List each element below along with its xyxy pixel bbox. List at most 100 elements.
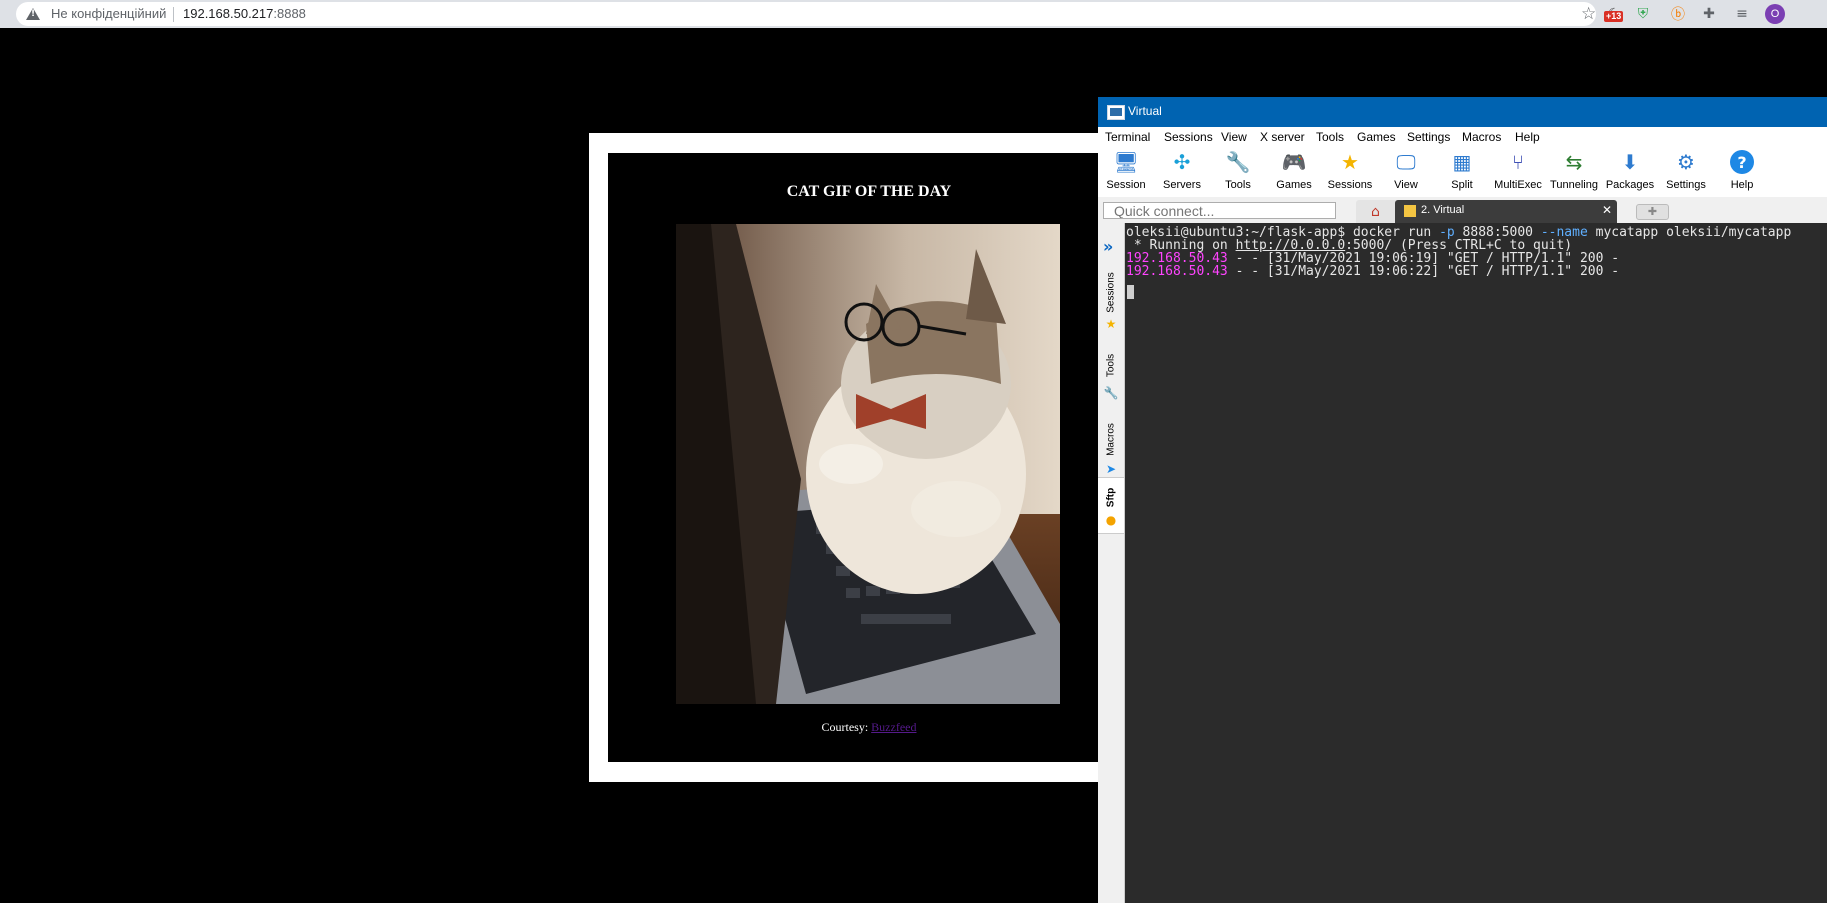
bookmark-star-icon[interactable]: ☆ — [1581, 4, 1596, 24]
view-label: View — [1394, 179, 1418, 191]
tab-virtual[interactable]: 2. Virtual ✕ — [1395, 200, 1617, 223]
tools-icon: 🔧 — [1103, 386, 1119, 400]
servers-button[interactable]: ✣ Servers — [1154, 147, 1210, 197]
menu-games[interactable]: Games — [1357, 130, 1396, 144]
settings-label: Settings — [1666, 179, 1706, 191]
sftp-globe-icon: ● — [1105, 513, 1117, 527]
home-icon: ⌂ — [1371, 204, 1380, 220]
home-tab[interactable]: ⌂ — [1356, 200, 1400, 223]
browser-toolbar: Не конфіденційний 192.168.50.217:8888 ☆ … — [0, 0, 1827, 28]
extensions-puzzle-icon[interactable]: ✚ — [1699, 4, 1719, 24]
cat-gif-illustration — [676, 224, 1060, 704]
star-icon: ★ — [1105, 317, 1117, 331]
terminal-cursor — [1127, 285, 1134, 299]
sidebar-tab-macros[interactable]: Macros ➤ — [1098, 410, 1124, 476]
sessions-button[interactable]: ★ Sessions — [1322, 147, 1378, 197]
view-icon: 🖵 — [1396, 150, 1416, 174]
app-icon — [1107, 105, 1125, 120]
games-button[interactable]: 🎮 Games — [1266, 147, 1322, 197]
tunneling-button[interactable]: ⇆ Tunneling — [1546, 147, 1602, 197]
menu-settings[interactable]: Settings — [1407, 130, 1450, 144]
tunneling-label: Tunneling — [1550, 179, 1598, 191]
left-sidebar: » Sessions ★ Tools 🔧 Macros ➤ Sftp ● — [1098, 223, 1125, 903]
courtesy-line: Courtesy: Buzzfeed — [608, 720, 1130, 735]
expand-sidebar-icon[interactable]: » — [1103, 237, 1113, 256]
b-extension-icon[interactable]: ⓑ — [1668, 4, 1688, 24]
tab-virtual-label: 2. Virtual — [1421, 204, 1465, 216]
extension-badge: +13 — [1604, 11, 1624, 22]
split-label: Split — [1451, 179, 1473, 191]
packages-button[interactable]: ⬇ Packages — [1602, 147, 1658, 197]
servers-icon: ✣ — [1173, 150, 1191, 174]
page-title: CAT GIF OF THE DAY — [786, 183, 952, 200]
log-ip: 192.168.50.43 — [1126, 264, 1228, 279]
url-text[interactable]: 192.168.50.217:8888 — [183, 6, 306, 21]
split-button[interactable]: ▦ Split — [1434, 147, 1490, 197]
tunneling-icon: ⇆ — [1565, 150, 1583, 174]
warning-icon[interactable] — [26, 8, 40, 20]
games-label: Games — [1276, 179, 1312, 191]
sessions-label: Sessions — [1327, 179, 1373, 191]
multiexec-button[interactable]: ⑂ MultiExec — [1490, 147, 1546, 197]
menu-help[interactable]: Help — [1515, 130, 1540, 144]
menu-x-server[interactable]: X server — [1260, 130, 1305, 144]
servers-label: Servers — [1163, 179, 1201, 191]
split-icon: ▦ — [1452, 150, 1472, 174]
menu-macros[interactable]: Macros — [1462, 130, 1501, 144]
sidebar-tab-sessions[interactable]: Sessions ★ — [1098, 265, 1124, 340]
url-port: :8888 — [273, 6, 306, 21]
mobaxterm-window: Virtual Terminal Sessions View X server … — [1098, 97, 1827, 903]
packages-label: Packages — [1605, 179, 1655, 191]
session-tab-bar: ⌂ 2. Virtual ✕ ✚ — [1098, 197, 1827, 223]
tools-icon: 🔧 — [1225, 150, 1251, 174]
session-icon: 🖥 — [1113, 150, 1139, 174]
courtesy-label: Courtesy: — [821, 720, 872, 734]
cat-page-panel: CAT GIF OF THE DAY Courtesy: Buzzfeed — [608, 153, 1099, 762]
shield-extension-icon[interactable]: ⛨ — [1633, 4, 1653, 24]
url-host: 192.168.50.217 — [183, 6, 274, 21]
menu-tools[interactable]: Tools — [1316, 130, 1344, 144]
security-label[interactable]: Не конфіденційний — [51, 6, 166, 21]
media-queue-icon[interactable]: ≡ — [1732, 4, 1752, 24]
star-icon: ★ — [1341, 150, 1359, 174]
games-icon: 🎮 — [1281, 150, 1307, 174]
log-text: - - [31/May/2021 19:06:22] "GET / HTTP/1… — [1227, 264, 1620, 279]
quick-connect-input[interactable] — [1103, 202, 1336, 219]
paper-plane-icon: ➤ — [1105, 462, 1117, 476]
sidebar-tab-tools[interactable]: Tools 🔧 — [1098, 340, 1124, 410]
menu-bar: Terminal Sessions View X server Tools Ga… — [1098, 127, 1827, 147]
sidebar-sessions-label: Sessions — [1105, 272, 1117, 313]
menu-terminal[interactable]: Terminal — [1105, 130, 1150, 144]
profile-avatar[interactable]: O — [1765, 4, 1785, 24]
terminal-tab-icon — [1404, 205, 1416, 217]
multiexec-label: MultiExec — [1494, 179, 1542, 191]
new-tab-button[interactable]: ✚ — [1636, 204, 1669, 220]
buzzfeed-link[interactable]: Buzzfeed — [871, 720, 916, 734]
sidebar-sftp-label: Sftp — [1105, 487, 1117, 508]
menu-view[interactable]: View — [1221, 130, 1247, 144]
sidebar-tab-sftp[interactable]: Sftp ● — [1098, 477, 1124, 534]
help-label: Help — [1730, 179, 1754, 191]
main-toolbar: 🖥 Session ✣ Servers 🔧 Tools 🎮 Games ★ Session… — [1098, 147, 1827, 197]
view-button[interactable]: 🖵 View — [1378, 147, 1434, 197]
settings-button[interactable]: ⚙ Settings — [1658, 147, 1714, 197]
sidebar-macros-label: Macros — [1105, 423, 1117, 456]
settings-icon: ⚙ — [1677, 150, 1695, 174]
menu-sessions[interactable]: Sessions — [1164, 130, 1213, 144]
omnibox-divider — [173, 7, 174, 22]
session-button[interactable]: 🖥 Session — [1098, 147, 1154, 197]
session-label: Session — [1106, 179, 1146, 191]
window-title: Virtual — [1128, 104, 1162, 118]
address-bar[interactable]: Не конфіденційний 192.168.50.217:8888 ☆ — [16, 2, 1596, 26]
window-titlebar[interactable]: Virtual — [1098, 97, 1827, 127]
help-button[interactable]: ? Help — [1714, 147, 1770, 197]
cat-page-frame: CAT GIF OF THE DAY Courtesy: Buzzfeed — [589, 133, 1099, 782]
cat-gif-image — [676, 224, 1060, 704]
help-icon: ? — [1730, 150, 1754, 174]
packages-icon: ⬇ — [1621, 150, 1639, 174]
sidebar-tools-label: Tools — [1105, 353, 1117, 378]
terminal-log-line: 192.168.50.43 - - [31/May/2021 19:06:22]… — [1126, 264, 1619, 279]
terminal-pane[interactable]: oleksii@ubuntu3:~/flask-app$ docker run … — [1125, 223, 1827, 903]
tools-button[interactable]: 🔧 Tools — [1210, 147, 1266, 197]
close-icon[interactable]: ✕ — [1602, 203, 1612, 217]
